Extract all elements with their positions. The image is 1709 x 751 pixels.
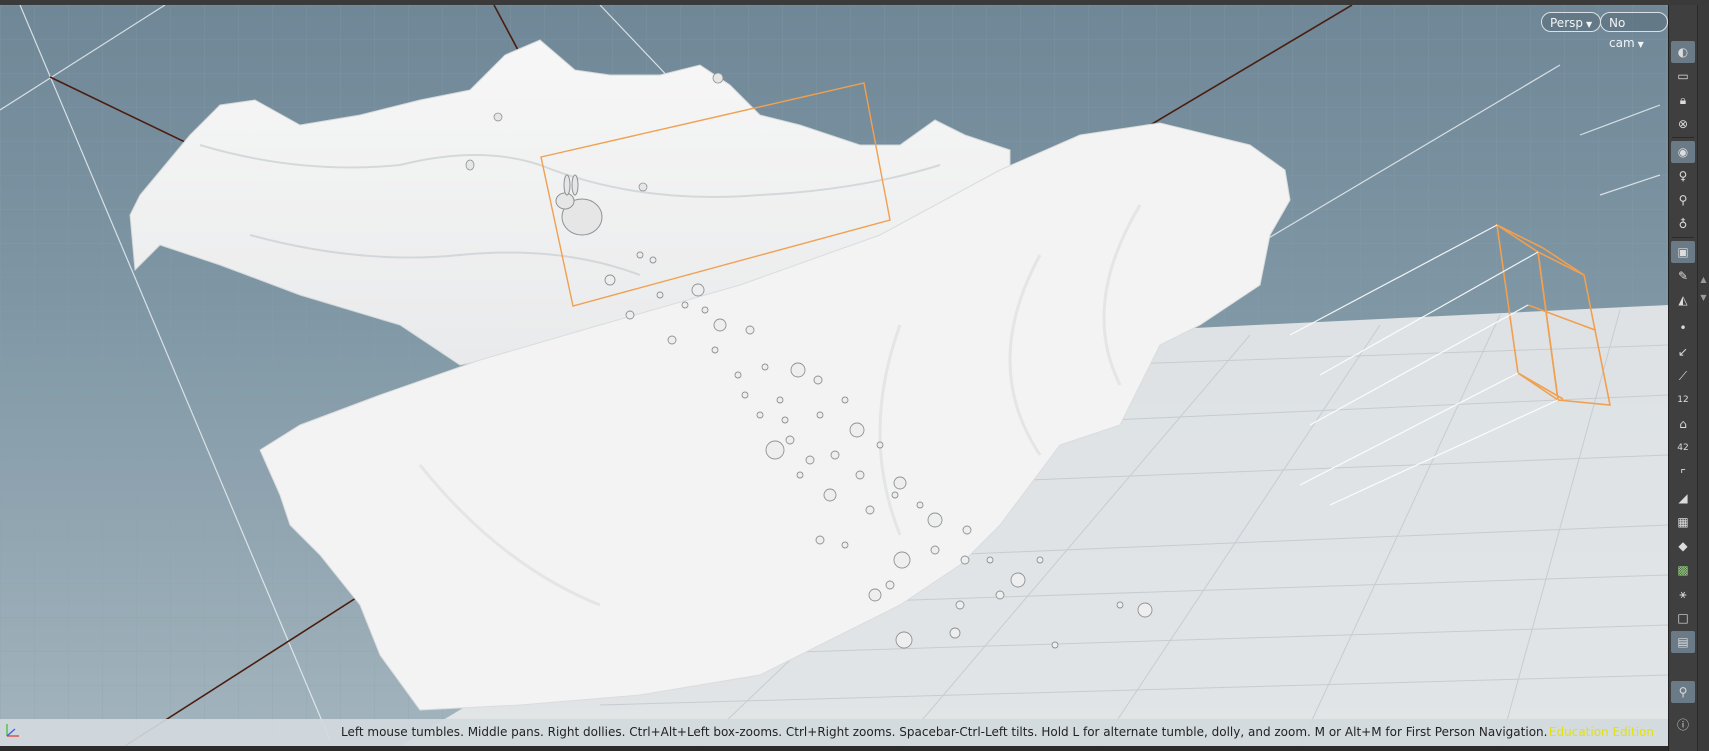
grid-icon[interactable]: ▩ (1671, 559, 1695, 581)
axis-gizmo-icon (6, 724, 19, 737)
pin-icon[interactable]: ⚲ (1671, 681, 1695, 703)
number-42-icon[interactable]: 42 (1671, 437, 1695, 459)
info-icon[interactable]: ⓘ (1671, 713, 1695, 735)
persp-label: Persp (1550, 16, 1583, 30)
scene-viewport[interactable]: Persp ▼ No cam ▼ Left mouse tumbles. Middl… (0, 5, 1668, 746)
view-icon[interactable]: ◐ (1671, 41, 1695, 63)
toolbar-separator (1672, 237, 1694, 238)
display-icon[interactable]: ▣ (1671, 241, 1695, 263)
navigation-hint-bar: Left mouse tumbles. Middle pans. Right d… (0, 719, 1668, 746)
number-12-label: 12 (1677, 395, 1689, 405)
scroll-down-arrow-icon[interactable]: ▼ (1699, 293, 1708, 303)
number-42-label: 42 (1677, 443, 1689, 453)
toolbar-separator (1672, 137, 1694, 138)
viewport-toolbar: ◐ ▭ 🔒︎ ⊗ ◉ ♀ ⚲ ♁ ▣ ✎ ◭ • ↙ ⟋ 12 ⌂ 42 ⌜ ◢… (1668, 5, 1709, 751)
diamond-icon[interactable]: ◆ (1671, 535, 1695, 557)
paint-icon[interactable]: ⌂ (1671, 413, 1695, 435)
light-add-icon[interactable]: ⚲ (1671, 189, 1695, 211)
shade-icon[interactable]: ◭ (1671, 289, 1695, 311)
camera-menu-button[interactable]: No cam ▼ (1600, 12, 1668, 50)
education-edition-label: Education Edition (1548, 725, 1654, 739)
camera-icon[interactable]: ◉ (1671, 141, 1695, 163)
corner-icon[interactable]: ⌜ (1671, 463, 1695, 485)
brush-icon[interactable]: ✎ (1671, 265, 1695, 287)
houdini-app: Persp ▼ No cam ▼ Left mouse tumbles. Middl… (0, 0, 1709, 751)
node-icon[interactable]: ⚹ (1671, 583, 1695, 605)
chevron-down-icon: ▼ (1586, 20, 1593, 29)
scroll-up-arrow-icon[interactable]: ▲ (1699, 275, 1708, 285)
screen-icon[interactable]: ▤ (1671, 631, 1695, 653)
close-icon[interactable]: ⊗ (1671, 113, 1695, 135)
wedge-icon[interactable]: ◢ (1671, 487, 1695, 509)
scene-canvas (0, 5, 1668, 746)
select-icon[interactable]: ▭ (1671, 65, 1695, 87)
square-icon[interactable]: □ (1671, 607, 1695, 629)
chevron-down-icon: ▼ (1637, 40, 1644, 49)
lock-icon[interactable]: 🔒︎ (1671, 89, 1695, 111)
light-icon[interactable]: ♀ (1671, 165, 1695, 187)
number-12-icon[interactable]: 12 (1671, 389, 1695, 411)
toolbar-column: ◐ ▭ 🔒︎ ⊗ ◉ ♀ ⚲ ♁ ▣ ✎ ◭ • ↙ ⟋ 12 ⌂ 42 ⌜ ◢… (1669, 5, 1698, 751)
light-settings-icon[interactable]: ♁ (1671, 213, 1695, 235)
edge-icon[interactable]: ↙ (1671, 341, 1695, 363)
navigation-hint-text: Left mouse tumbles. Middle pans. Right d… (341, 725, 1548, 739)
checker-icon[interactable]: ▦ (1671, 511, 1695, 533)
point-icon[interactable]: • (1671, 317, 1695, 339)
persp-menu-button[interactable]: Persp ▼ (1541, 12, 1602, 32)
wand-icon[interactable]: ⟋ (1671, 365, 1695, 387)
